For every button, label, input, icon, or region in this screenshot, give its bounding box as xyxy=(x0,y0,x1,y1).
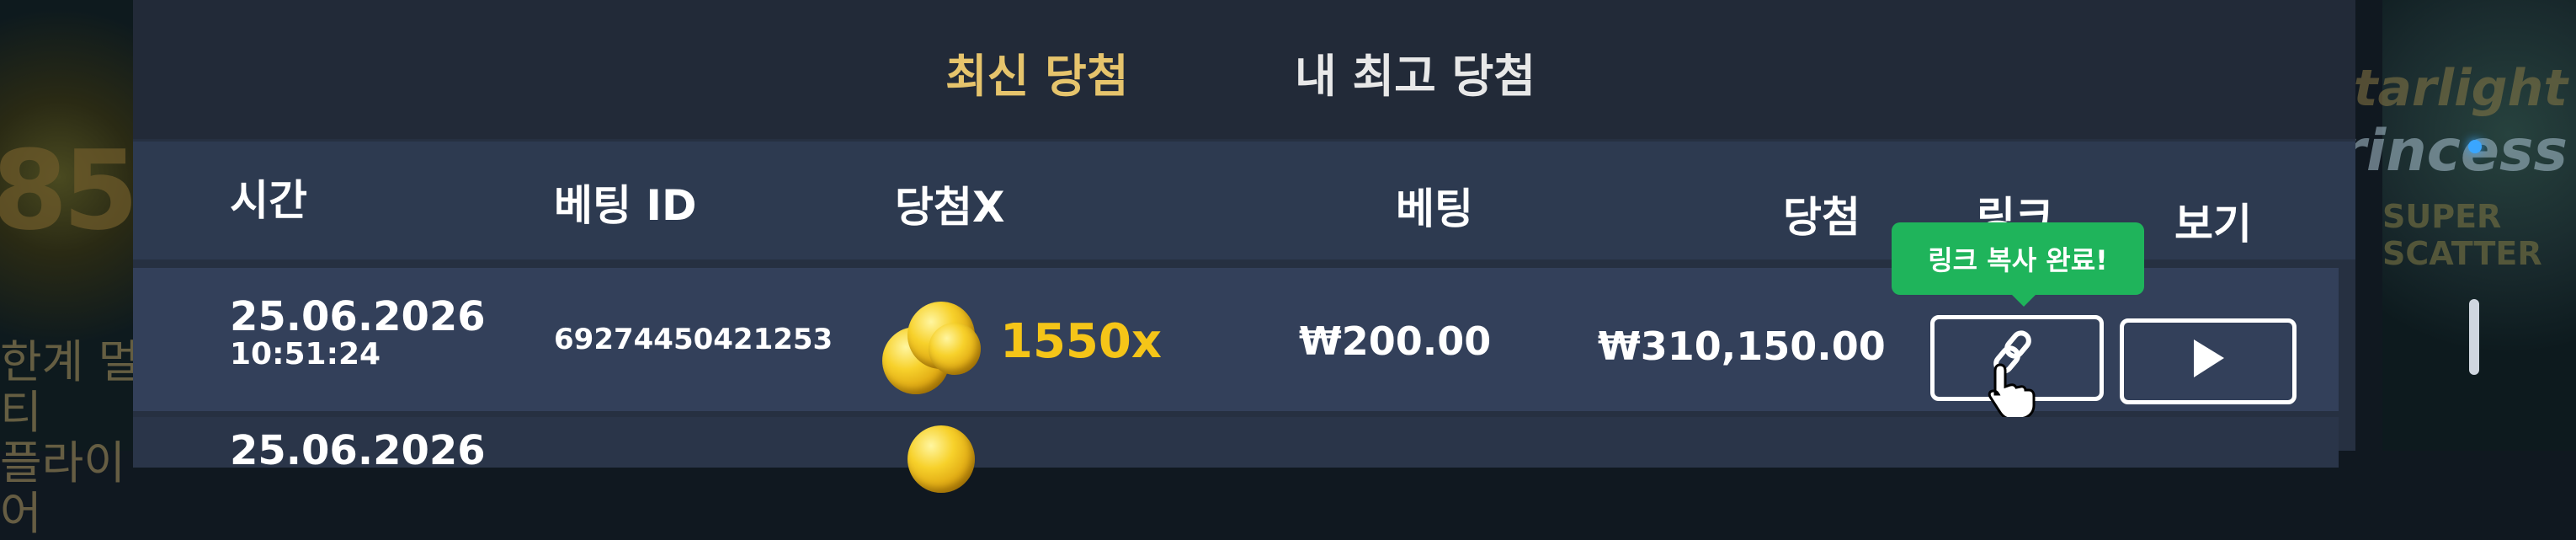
header-view: 보기 xyxy=(2174,200,2252,249)
header-bet-id: 베팅 ID xyxy=(554,181,697,230)
play-replay-button[interactable] xyxy=(2120,318,2297,404)
background-left: 85x 한계 멀티 플라이어 xyxy=(0,0,205,539)
tab-latest-wins[interactable]: 최신 당첨 xyxy=(945,39,1129,105)
hand-cursor-icon xyxy=(1988,363,2036,420)
background-left-text-line: 한계 멀티 xyxy=(0,335,141,439)
tooltip-arrow xyxy=(2010,293,2037,307)
tab-bar: 최신 당첨 내 최고 당첨 xyxy=(133,0,2355,139)
row-time: 10:51:24 xyxy=(230,337,381,372)
row-date: 25.06.2026 xyxy=(230,427,486,474)
row-win-amount: ₩310,150.00 xyxy=(1598,323,1886,369)
scrollbar-thumb[interactable] xyxy=(2469,299,2479,375)
row-multiplier: 1550x xyxy=(1000,314,1162,369)
row-date: 25.06.2026 xyxy=(230,293,486,340)
header-time: 시간 xyxy=(230,176,307,225)
link-copied-tooltip: 링크 복사 완료! xyxy=(1892,222,2144,295)
header-win: 당첨 xyxy=(1783,193,1860,242)
gold-coins-icon xyxy=(907,425,975,493)
table-row[interactable]: 25.06.2026 xyxy=(133,417,2339,493)
background-left-text: 한계 멀티 플라이어 xyxy=(0,337,143,539)
row-bet-id: 69274450421253 xyxy=(554,323,833,356)
header-multiplier: 당첨X xyxy=(895,183,1005,232)
tab-my-best-wins[interactable]: 내 최고 당첨 xyxy=(1295,39,1535,105)
copy-link-button[interactable] xyxy=(1930,315,2104,420)
row-bet-amount: ₩200.00 xyxy=(1299,318,1492,364)
background-light-dot xyxy=(2468,140,2482,153)
play-icon xyxy=(2194,340,2224,377)
gold-coins-icon xyxy=(882,293,992,394)
header-bet: 베팅 xyxy=(1396,184,1473,233)
background-right: Starlight Princess SUPER SCATTER xyxy=(2298,0,2576,451)
background-left-text-line: 플라이어 xyxy=(0,436,126,540)
background-game-subtitle: SUPER SCATTER xyxy=(2382,198,2542,272)
